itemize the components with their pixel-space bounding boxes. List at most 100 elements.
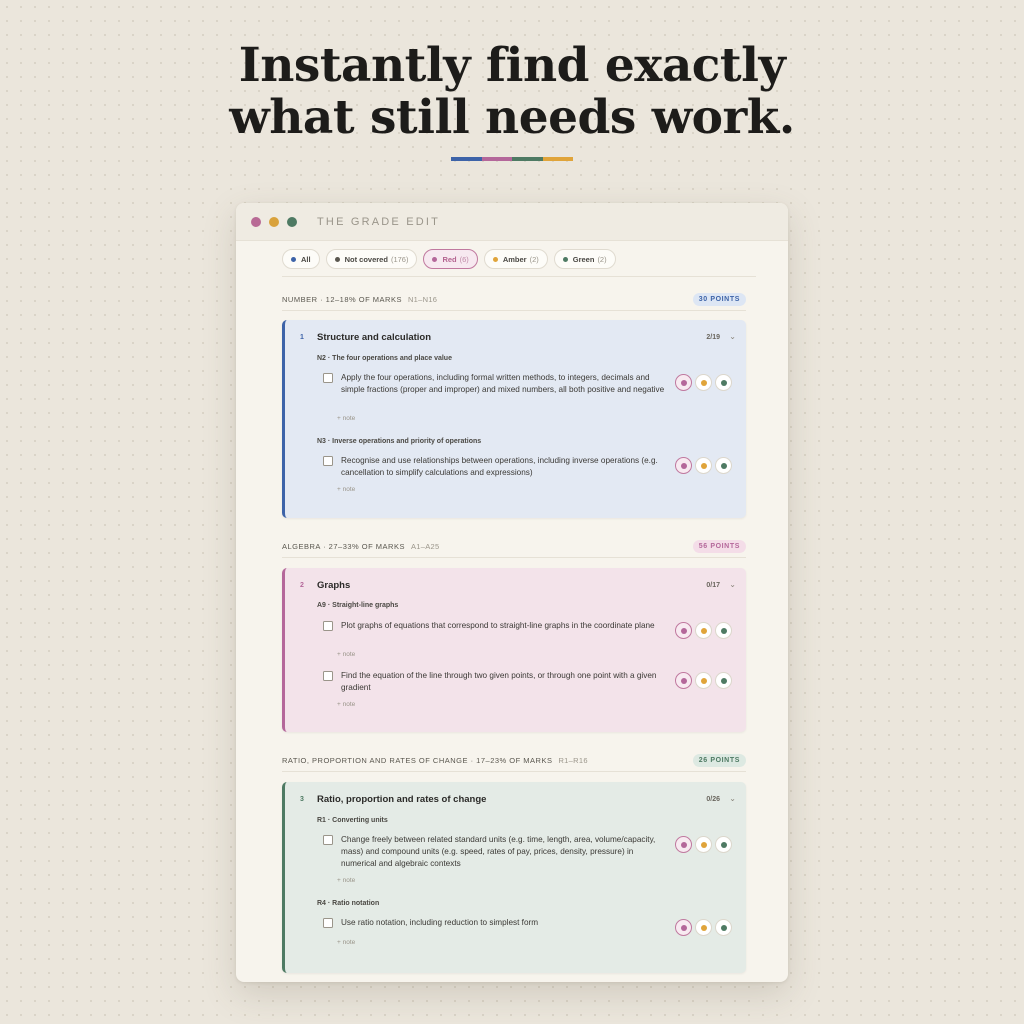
objective-checkbox[interactable] xyxy=(323,456,333,466)
minimize-window-button[interactable] xyxy=(269,216,279,227)
amber-dot-icon xyxy=(700,677,707,684)
objective-text: Find the equation of the line through tw… xyxy=(341,671,657,692)
filter-chip-amber[interactable]: Amber (2) xyxy=(483,249,548,269)
filter-chip-green[interactable]: Green (2) xyxy=(553,249,616,269)
topic-card-header[interactable]: 2 Graphs 0/17 ⌄ xyxy=(285,568,746,602)
topic-number: 3 xyxy=(300,796,304,803)
rag-amber-button[interactable] xyxy=(695,374,712,391)
amber-dot-icon xyxy=(700,462,707,469)
filter-dot-icon xyxy=(334,256,340,262)
rag-green-button[interactable] xyxy=(715,672,732,689)
divider xyxy=(282,276,756,277)
accent-bar xyxy=(451,157,573,161)
subtopic-label: A9 · Straight-line graphs xyxy=(317,602,399,609)
red-dot-icon xyxy=(680,379,687,386)
title-bar: THE GRADE EDIT xyxy=(236,203,788,241)
rag-rating xyxy=(675,457,732,474)
section-range: N1–N16 xyxy=(407,294,438,304)
filter-label: Amber xyxy=(502,254,527,264)
close-window-button[interactable] xyxy=(251,216,261,227)
rag-green-button[interactable] xyxy=(715,374,732,391)
section-range: R1–R16 xyxy=(558,755,588,765)
app-window: THE GRADE EDIT All Not covered (176) Red… xyxy=(236,203,788,982)
rag-rating xyxy=(675,672,732,689)
rag-green-button[interactable] xyxy=(715,457,732,474)
amber-dot-icon xyxy=(700,627,707,634)
rag-red-button[interactable] xyxy=(675,672,692,689)
red-dot-icon xyxy=(680,462,687,469)
topic-card-header[interactable]: 1 Structure and calculation 2/19 ⌄ xyxy=(285,320,746,354)
objective-item: Recognise and use relationships between … xyxy=(323,455,743,497)
section-title: RATIO, PROPORTION AND RATES OF CHANGE · … xyxy=(282,755,553,765)
green-dot-icon xyxy=(720,841,727,848)
topic-title: Structure and calculation xyxy=(317,332,432,343)
chevron-down-icon[interactable]: ⌄ xyxy=(729,332,736,341)
filter-count: (2) xyxy=(597,254,607,264)
filter-dot-icon xyxy=(492,256,498,262)
rag-rating xyxy=(675,374,732,391)
add-note-link[interactable]: + note xyxy=(337,651,355,658)
green-dot-icon xyxy=(720,462,727,469)
green-dot-icon xyxy=(720,924,727,931)
rag-amber-button[interactable] xyxy=(695,919,712,936)
objective-item: Use ratio notation, including reduction … xyxy=(323,917,743,949)
filter-label: Not covered xyxy=(344,254,388,264)
objective-checkbox[interactable] xyxy=(323,621,333,631)
rag-amber-button[interactable] xyxy=(695,622,712,639)
topic-title: Ratio, proportion and rates of change xyxy=(317,794,487,805)
rag-red-button[interactable] xyxy=(675,622,692,639)
chevron-down-icon[interactable]: ⌄ xyxy=(729,580,736,589)
topic-progress: 2/19 xyxy=(706,334,720,341)
accent-green xyxy=(512,157,543,161)
red-dot-icon xyxy=(680,841,687,848)
objective-text: Change freely between related standard u… xyxy=(341,835,656,868)
headline: Instantly find exactly what still needs … xyxy=(0,40,1024,144)
rag-red-button[interactable] xyxy=(675,457,692,474)
filter-chip-all[interactable]: All xyxy=(282,249,320,269)
add-note-link[interactable]: + note xyxy=(337,415,355,422)
amber-dot-icon xyxy=(700,379,707,386)
chevron-down-icon[interactable]: ⌄ xyxy=(729,794,736,803)
objective-checkbox[interactable] xyxy=(323,835,333,845)
topic-card-graphs: 2 Graphs 0/17 ⌄ A9 · Straight-line graph… xyxy=(282,568,746,732)
filter-chip-not-covered[interactable]: Not covered (176) xyxy=(325,249,418,269)
objective-text: Use ratio notation, including reduction … xyxy=(341,918,539,927)
topic-number: 2 xyxy=(300,582,304,589)
rag-amber-button[interactable] xyxy=(695,836,712,853)
add-note-link[interactable]: + note xyxy=(337,877,355,884)
rag-green-button[interactable] xyxy=(715,622,732,639)
objective-checkbox[interactable] xyxy=(323,918,333,928)
filter-chip-red[interactable]: Red (6) xyxy=(423,249,478,269)
points-badge: 30 POINTS xyxy=(692,292,746,306)
amber-dot-icon xyxy=(700,841,707,848)
subtopic-label: N2 · The four operations and place value xyxy=(317,355,452,362)
divider xyxy=(282,310,746,311)
divider xyxy=(282,557,746,558)
filter-dot-icon xyxy=(432,256,438,262)
add-note-link[interactable]: + note xyxy=(337,939,355,946)
topic-progress: 0/26 xyxy=(706,796,720,803)
rag-red-button[interactable] xyxy=(675,919,692,936)
objective-checkbox[interactable] xyxy=(323,671,333,681)
filter-label: All xyxy=(301,254,311,264)
green-dot-icon xyxy=(720,677,727,684)
filter-label: Red xyxy=(442,254,457,264)
section-header-number: NUMBER · 12–18% OF MARKS N1–N16 30 POINTS xyxy=(282,292,746,306)
red-dot-icon xyxy=(680,677,687,684)
objective-checkbox[interactable] xyxy=(323,373,333,383)
section-range: A1–A25 xyxy=(410,541,440,551)
add-note-link[interactable]: + note xyxy=(337,701,355,708)
topic-card-header[interactable]: 3 Ratio, proportion and rates of change … xyxy=(285,782,746,816)
rag-amber-button[interactable] xyxy=(695,457,712,474)
rag-red-button[interactable] xyxy=(675,836,692,853)
divider xyxy=(282,771,746,772)
subtopic-label: N3 · Inverse operations and priority of … xyxy=(317,438,482,445)
rag-amber-button[interactable] xyxy=(695,672,712,689)
rag-red-button[interactable] xyxy=(675,374,692,391)
maximize-window-button[interactable] xyxy=(287,216,297,227)
rag-green-button[interactable] xyxy=(715,836,732,853)
add-note-link[interactable]: + note xyxy=(337,486,355,493)
rag-rating xyxy=(675,622,732,639)
rag-green-button[interactable] xyxy=(715,919,732,936)
accent-blue xyxy=(451,157,482,161)
